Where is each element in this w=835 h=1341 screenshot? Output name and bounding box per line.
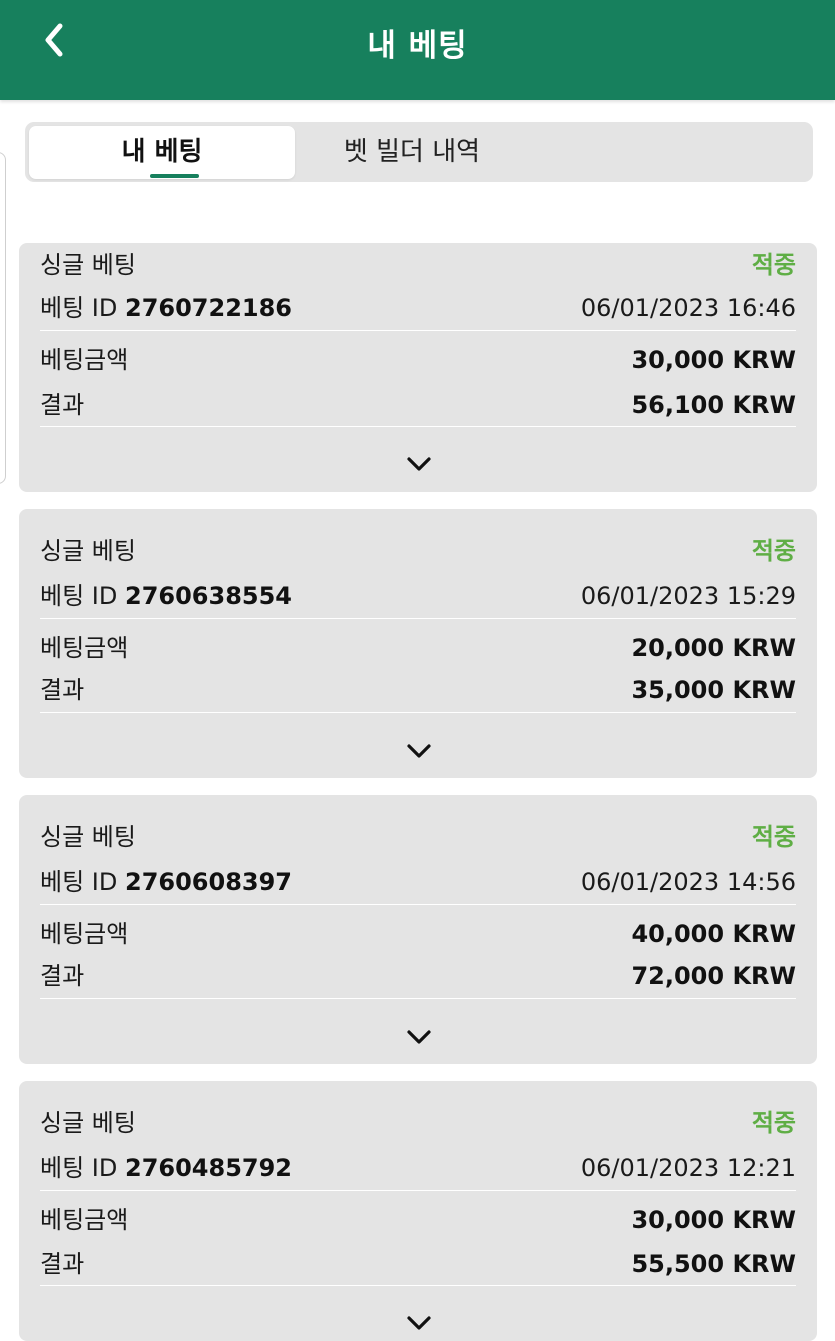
tab-bet-builder-history[interactable]: 벳 빌더 내역 <box>297 126 527 179</box>
chevron-down-icon[interactable] <box>405 1027 433 1047</box>
stake-label: 베팅금액 <box>40 634 129 662</box>
tab-my-bets-label: 내 베팅 <box>121 137 203 167</box>
bet-id-label: 베팅 ID <box>40 582 118 610</box>
tab-bar: 내 베팅 벳 빌더 내역 <box>25 122 813 182</box>
stake-value: 40,000 KRW <box>631 920 796 948</box>
status-badge: 적중 <box>751 251 796 279</box>
app-header: 내 베팅 <box>0 0 835 100</box>
result-value: 72,000 KRW <box>631 962 796 990</box>
bet-id-label: 베팅 ID <box>40 294 118 322</box>
chevron-down-icon[interactable] <box>405 741 433 761</box>
page-title: 내 베팅 <box>367 28 468 64</box>
bet-card: 싱글 베팅 적중 베팅 ID 2760638554 06/01/2023 15:… <box>19 509 817 778</box>
active-tab-indicator <box>150 174 199 178</box>
result-value: 35,000 KRW <box>631 676 796 704</box>
result-label: 결과 <box>40 1250 85 1278</box>
bet-datetime: 06/01/2023 15:29 <box>580 582 796 610</box>
result-value: 55,500 KRW <box>631 1250 796 1278</box>
bet-id: 베팅 ID 2760638554 <box>40 578 292 614</box>
bet-datetime: 06/01/2023 16:46 <box>580 294 796 322</box>
stake-value: 30,000 KRW <box>631 346 796 374</box>
bet-id: 베팅 ID 2760485792 <box>40 1150 292 1186</box>
tab-my-bets[interactable]: 내 베팅 <box>29 126 295 179</box>
bet-card: 싱글 베팅 적중 베팅 ID 2760722186 06/01/2023 16:… <box>19 243 817 492</box>
bet-type: 싱글 베팅 <box>40 1109 136 1137</box>
bet-id: 베팅 ID 2760722186 <box>40 290 292 326</box>
status-badge: 적중 <box>751 537 796 565</box>
bet-datetime: 06/01/2023 12:21 <box>580 1154 796 1182</box>
stake-label: 베팅금액 <box>40 920 129 948</box>
divider <box>40 712 796 713</box>
side-panel-edge <box>0 152 6 484</box>
stake-label: 베팅금액 <box>40 1206 129 1234</box>
divider <box>40 1190 796 1191</box>
bet-card: 싱글 베팅 적중 베팅 ID 2760608397 06/01/2023 14:… <box>19 795 817 1064</box>
bet-id: 베팅 ID 2760608397 <box>40 864 292 900</box>
stake-value: 20,000 KRW <box>631 634 796 662</box>
stake-label: 베팅금액 <box>40 346 129 374</box>
result-label: 결과 <box>40 391 85 419</box>
stake-value: 30,000 KRW <box>631 1206 796 1234</box>
divider <box>40 904 796 905</box>
status-badge: 적중 <box>751 1109 796 1137</box>
bet-type: 싱글 베팅 <box>40 251 136 279</box>
bet-id-value: 2760638554 <box>125 582 292 610</box>
bet-card: 싱글 베팅 적중 베팅 ID 2760485792 06/01/2023 12:… <box>19 1081 817 1341</box>
result-label: 결과 <box>40 676 85 704</box>
status-badge: 적중 <box>751 823 796 851</box>
bet-type: 싱글 베팅 <box>40 537 136 565</box>
divider <box>40 998 796 999</box>
bet-id-value: 2760722186 <box>125 294 292 322</box>
bet-id-label: 베팅 ID <box>40 868 118 896</box>
chevron-down-icon[interactable] <box>405 454 433 474</box>
result-label: 결과 <box>40 962 85 990</box>
divider <box>40 426 796 427</box>
bet-datetime: 06/01/2023 14:56 <box>580 868 796 896</box>
bet-id-label: 베팅 ID <box>40 1154 118 1182</box>
bet-id-value: 2760485792 <box>125 1154 292 1182</box>
chevron-down-icon[interactable] <box>405 1313 433 1333</box>
bet-type: 싱글 베팅 <box>40 823 136 851</box>
bet-id-value: 2760608397 <box>125 868 292 896</box>
divider <box>40 330 796 331</box>
result-value: 56,100 KRW <box>631 391 796 419</box>
divider <box>40 1285 796 1286</box>
tab-bet-builder-history-label: 벳 빌더 내역 <box>343 137 481 167</box>
divider <box>40 618 796 619</box>
